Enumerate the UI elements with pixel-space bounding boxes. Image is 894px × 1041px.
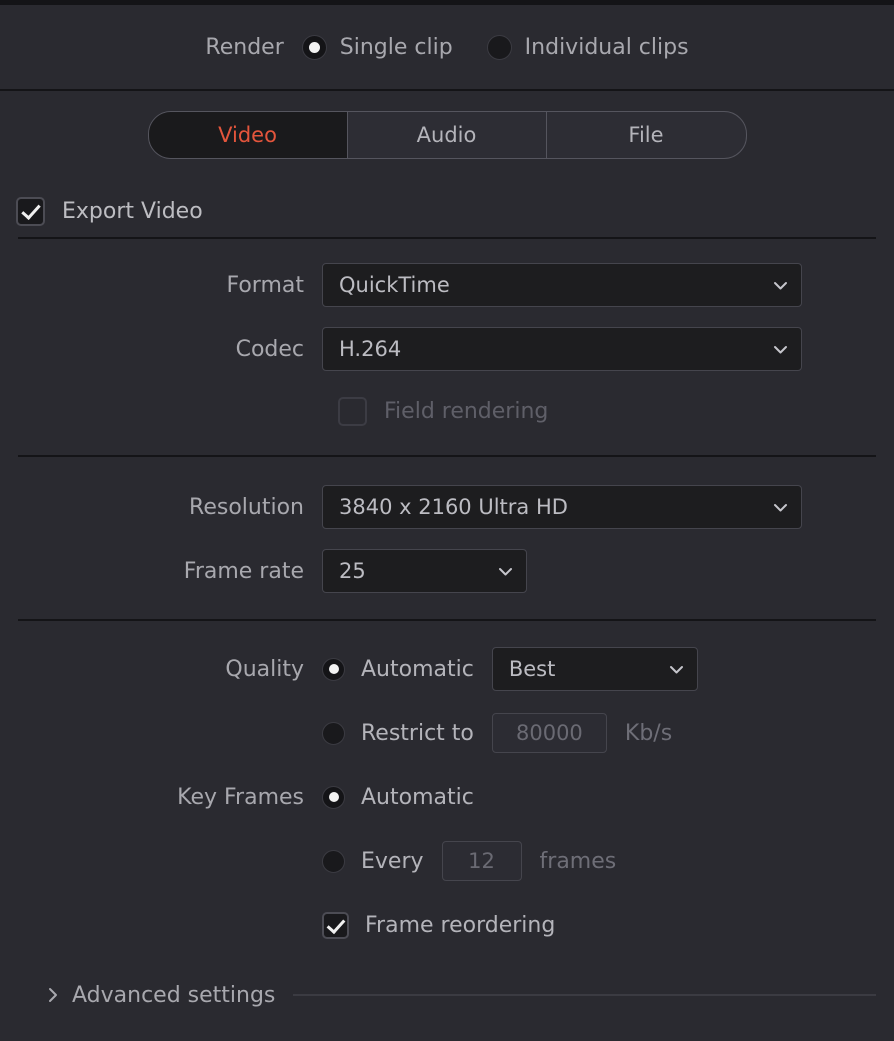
tab-video-label: Video bbox=[218, 123, 277, 147]
radio-individual-clips-label: Individual clips bbox=[524, 34, 689, 60]
advanced-settings-label: Advanced settings bbox=[72, 982, 276, 1008]
quality-restrict-value: 80000 bbox=[515, 721, 583, 745]
tab-file[interactable]: File bbox=[547, 112, 746, 158]
tab-file-label: File bbox=[628, 123, 664, 147]
radio-single-clip[interactable]: Single clip bbox=[301, 34, 453, 60]
format-dropdown[interactable]: QuickTime bbox=[322, 263, 802, 307]
radio-single-clip-label: Single clip bbox=[339, 34, 453, 60]
key-frames-automatic-label: Automatic bbox=[361, 784, 474, 810]
render-settings-panel: Render Single clip Individual clips Vide… bbox=[0, 0, 894, 1041]
export-video-label: Export Video bbox=[62, 198, 203, 224]
quality-restrict-input[interactable]: 80000 bbox=[491, 713, 607, 753]
key-frames-every-value: 12 bbox=[468, 849, 495, 873]
frame-reordering-row[interactable]: Frame reordering bbox=[0, 893, 894, 957]
tab-audio[interactable]: Audio bbox=[348, 112, 547, 158]
divider-after-codec bbox=[18, 455, 876, 457]
export-video-checkbox[interactable] bbox=[16, 196, 45, 226]
key-frames-every-unit: frames bbox=[539, 848, 617, 874]
quality-restrict-unit: Kb/s bbox=[624, 720, 673, 746]
codec-dropdown[interactable]: H.264 bbox=[322, 327, 802, 371]
chevron-down-icon bbox=[668, 661, 685, 678]
field-rendering-row[interactable]: Field rendering bbox=[0, 381, 894, 441]
chevron-down-icon bbox=[772, 499, 789, 516]
radio-individual-clips-indicator[interactable] bbox=[486, 34, 512, 60]
radio-key-frames-automatic[interactable] bbox=[322, 785, 345, 809]
quality-preset-dropdown[interactable]: Best bbox=[491, 647, 698, 691]
radio-key-frames-every[interactable] bbox=[322, 849, 345, 873]
quality-automatic-label: Automatic bbox=[361, 656, 474, 682]
chevron-down-icon bbox=[772, 341, 789, 358]
quality-label: Quality bbox=[225, 656, 304, 682]
advanced-settings-toggle[interactable]: Advanced settings bbox=[0, 979, 894, 1011]
tab-audio-label: Audio bbox=[416, 123, 477, 147]
radio-quality-restrict[interactable] bbox=[322, 721, 345, 745]
radio-single-clip-indicator[interactable] bbox=[301, 34, 327, 60]
resolution-value: 3840 x 2160 Ultra HD bbox=[339, 495, 568, 519]
chevron-right-icon bbox=[46, 986, 60, 1004]
divider-after-frame-rate bbox=[18, 619, 876, 621]
export-video-row[interactable]: Export Video bbox=[0, 179, 894, 237]
frame-rate-label: Frame rate bbox=[183, 558, 304, 584]
frame-rate-dropdown[interactable]: 25 bbox=[322, 549, 527, 593]
chevron-down-icon bbox=[497, 563, 514, 580]
frame-rate-row: Frame rate 25 bbox=[0, 539, 894, 603]
divider-after-export-video bbox=[18, 237, 876, 239]
format-row: Format QuickTime bbox=[0, 253, 894, 317]
settings-tab-bar: Video Audio File bbox=[0, 91, 894, 179]
key-frames-label: Key Frames bbox=[177, 784, 304, 810]
frame-reordering-checkbox[interactable] bbox=[322, 911, 349, 939]
codec-row: Codec H.264 bbox=[0, 317, 894, 381]
format-label: Format bbox=[226, 272, 304, 298]
render-mode-label: Render bbox=[205, 34, 284, 60]
tab-video[interactable]: Video bbox=[148, 112, 348, 158]
chevron-down-icon bbox=[772, 277, 789, 294]
frame-reordering-label: Frame reordering bbox=[365, 912, 556, 938]
resolution-label: Resolution bbox=[189, 494, 304, 520]
radio-individual-clips[interactable]: Individual clips bbox=[486, 34, 689, 60]
quality-automatic-row: Quality Automatic Best bbox=[0, 637, 894, 701]
render-mode-row: Render Single clip Individual clips bbox=[0, 5, 894, 91]
radio-quality-automatic[interactable] bbox=[322, 657, 345, 681]
key-frames-every-input[interactable]: 12 bbox=[441, 841, 522, 881]
field-rendering-label: Field rendering bbox=[384, 398, 549, 424]
frame-rate-value: 25 bbox=[339, 559, 366, 583]
format-value: QuickTime bbox=[339, 273, 450, 297]
resolution-row: Resolution 3840 x 2160 Ultra HD bbox=[0, 475, 894, 539]
resolution-dropdown[interactable]: 3840 x 2160 Ultra HD bbox=[322, 485, 802, 529]
quality-preset-value: Best bbox=[508, 657, 556, 681]
key-frames-automatic-row: Key Frames Automatic bbox=[0, 765, 894, 829]
codec-value: H.264 bbox=[339, 337, 402, 361]
codec-label: Codec bbox=[235, 336, 304, 362]
key-frames-every-label: Every bbox=[361, 848, 424, 874]
key-frames-every-row: Every 12 frames bbox=[0, 829, 894, 893]
quality-restrict-label: Restrict to bbox=[361, 720, 474, 746]
tab-group: Video Audio File bbox=[147, 111, 747, 159]
advanced-settings-rule bbox=[293, 994, 876, 996]
quality-restrict-row: Restrict to 80000 Kb/s bbox=[0, 701, 894, 765]
field-rendering-checkbox[interactable] bbox=[338, 396, 367, 426]
